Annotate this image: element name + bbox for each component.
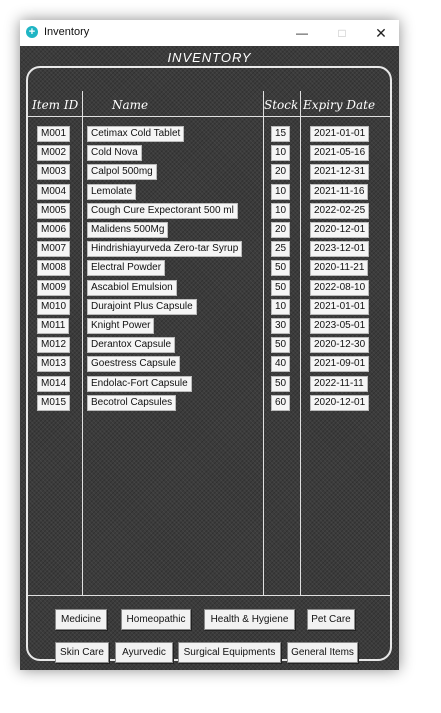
- category-button[interactable]: Skin Care: [55, 642, 109, 663]
- inventory-canvas: INVENTORY Item ID Name Stock Expiry Date…: [20, 46, 399, 670]
- item-name-cell: Endolac-Fort Capsule: [87, 375, 192, 392]
- item-expiry-cell: 2021-05-16: [310, 145, 370, 162]
- item-stock-cell: 30: [271, 318, 291, 334]
- item-name-cell: Cetimax Cold Tablet: [87, 126, 185, 142]
- item-id-cell: M009: [37, 279, 71, 296]
- item-expiry-cell: 2023-05-01: [310, 318, 370, 334]
- maximize-button[interactable]: □: [326, 20, 358, 46]
- column-divider-name: [263, 91, 264, 595]
- item-name-cell: Knight Power: [87, 318, 155, 334]
- item-expiry-cell: 2021-09-01: [310, 356, 370, 373]
- item-id-cell: M002: [37, 145, 71, 162]
- close-button[interactable]: ✕: [365, 20, 397, 46]
- page-title: INVENTORY: [167, 50, 252, 65]
- item-stock-cell: 50: [271, 279, 291, 296]
- item-stock-cell: 40: [271, 356, 291, 373]
- item-expiry-cell: 2020-12-01: [310, 222, 370, 238]
- item-id-cell: M007: [37, 241, 71, 258]
- item-id-cell: M011: [37, 318, 70, 334]
- category-button[interactable]: Homeopathic: [121, 609, 191, 630]
- category-button[interactable]: General Items: [287, 642, 358, 663]
- item-id-cell: M010: [37, 298, 71, 315]
- item-name-cell: Hindrishiayurveda Zero-tar Syrup: [87, 241, 243, 258]
- inventory-window: + Inventory — □ ✕ INVENTORY Item ID Name…: [20, 20, 399, 670]
- item-stock-cell: 10: [271, 183, 291, 200]
- category-button[interactable]: Pet Care: [307, 609, 355, 630]
- item-id-cell: M004: [37, 183, 71, 200]
- column-header-stock: Stock: [264, 98, 299, 112]
- column-divider-id: [82, 91, 83, 595]
- item-stock-cell: 50: [271, 260, 291, 277]
- item-expiry-cell: 2021-01-01: [310, 126, 370, 142]
- item-stock-cell: 20: [271, 164, 291, 181]
- item-expiry-cell: 2020-11-21: [310, 260, 369, 277]
- item-expiry-cell: 2022-02-25: [310, 202, 370, 219]
- item-name-cell: Becotrol Capsules: [87, 394, 177, 411]
- item-stock-cell: 50: [271, 337, 291, 354]
- category-button[interactable]: Health & Hygiene: [204, 609, 295, 630]
- item-name-cell: Electral Powder: [87, 260, 166, 277]
- item-id-cell: M003: [37, 164, 71, 181]
- app-icon: +: [26, 26, 38, 38]
- item-name-cell: Cold Nova: [87, 145, 142, 162]
- item-stock-cell: 10: [271, 298, 291, 315]
- item-id-cell: M013: [37, 356, 71, 373]
- item-stock-cell: 20: [271, 222, 291, 238]
- item-id-cell: M008: [37, 260, 71, 277]
- item-stock-cell: 10: [271, 202, 291, 219]
- item-id-cell: M015: [37, 394, 71, 411]
- item-name-cell: Ascabiol Emulsion: [87, 279, 177, 296]
- item-expiry-cell: 2020-12-01: [310, 394, 370, 411]
- item-stock-cell: 25: [271, 241, 291, 258]
- item-expiry-cell: 2021-11-16: [310, 183, 369, 200]
- item-stock-cell: 15: [271, 126, 291, 142]
- item-expiry-cell: 2021-01-01: [310, 298, 370, 315]
- item-stock-cell: 50: [271, 375, 291, 392]
- column-header-expiry: Expiry Date: [303, 98, 376, 112]
- item-stock-cell: 60: [271, 394, 291, 411]
- item-name-cell: Derantox Capsule: [87, 337, 176, 354]
- item-expiry-cell: 2023-12-01: [310, 241, 370, 258]
- item-expiry-cell: 2021-12-31: [310, 164, 370, 181]
- window-title: Inventory: [44, 26, 90, 38]
- item-id-cell: M005: [37, 202, 71, 219]
- item-stock-cell: 10: [271, 145, 291, 162]
- column-header-name: Name: [112, 98, 149, 112]
- item-name-cell: Durajoint Plus Capsule: [87, 298, 197, 315]
- category-button[interactable]: Surgical Equipments: [178, 642, 281, 663]
- item-id-cell: M006: [37, 222, 71, 238]
- item-id-cell: M012: [37, 337, 71, 354]
- item-id-cell: M001: [37, 126, 71, 142]
- minimize-button[interactable]: —: [286, 20, 318, 46]
- column-divider-stock: [300, 91, 301, 595]
- item-expiry-cell: 2022-08-10: [310, 279, 370, 296]
- item-expiry-cell: 2020-12-30: [310, 337, 370, 354]
- item-name-cell: Malidens 500Mg: [87, 222, 169, 238]
- item-name-cell: Goestress Capsule: [87, 356, 181, 373]
- item-name-cell: Lemolate: [87, 183, 137, 200]
- item-expiry-cell: 2022-11-11: [310, 375, 368, 392]
- category-button[interactable]: Medicine: [55, 609, 107, 630]
- category-button[interactable]: Ayurvedic: [115, 642, 173, 663]
- item-name-cell: Calpol 500mg: [87, 164, 157, 181]
- footer-divider: [28, 595, 390, 596]
- title-bar: + Inventory — □ ✕: [20, 20, 399, 46]
- item-id-cell: M014: [37, 375, 71, 392]
- column-header-id: Item ID: [32, 98, 79, 112]
- item-name-cell: Cough Cure Expectorant 500 ml: [87, 202, 238, 219]
